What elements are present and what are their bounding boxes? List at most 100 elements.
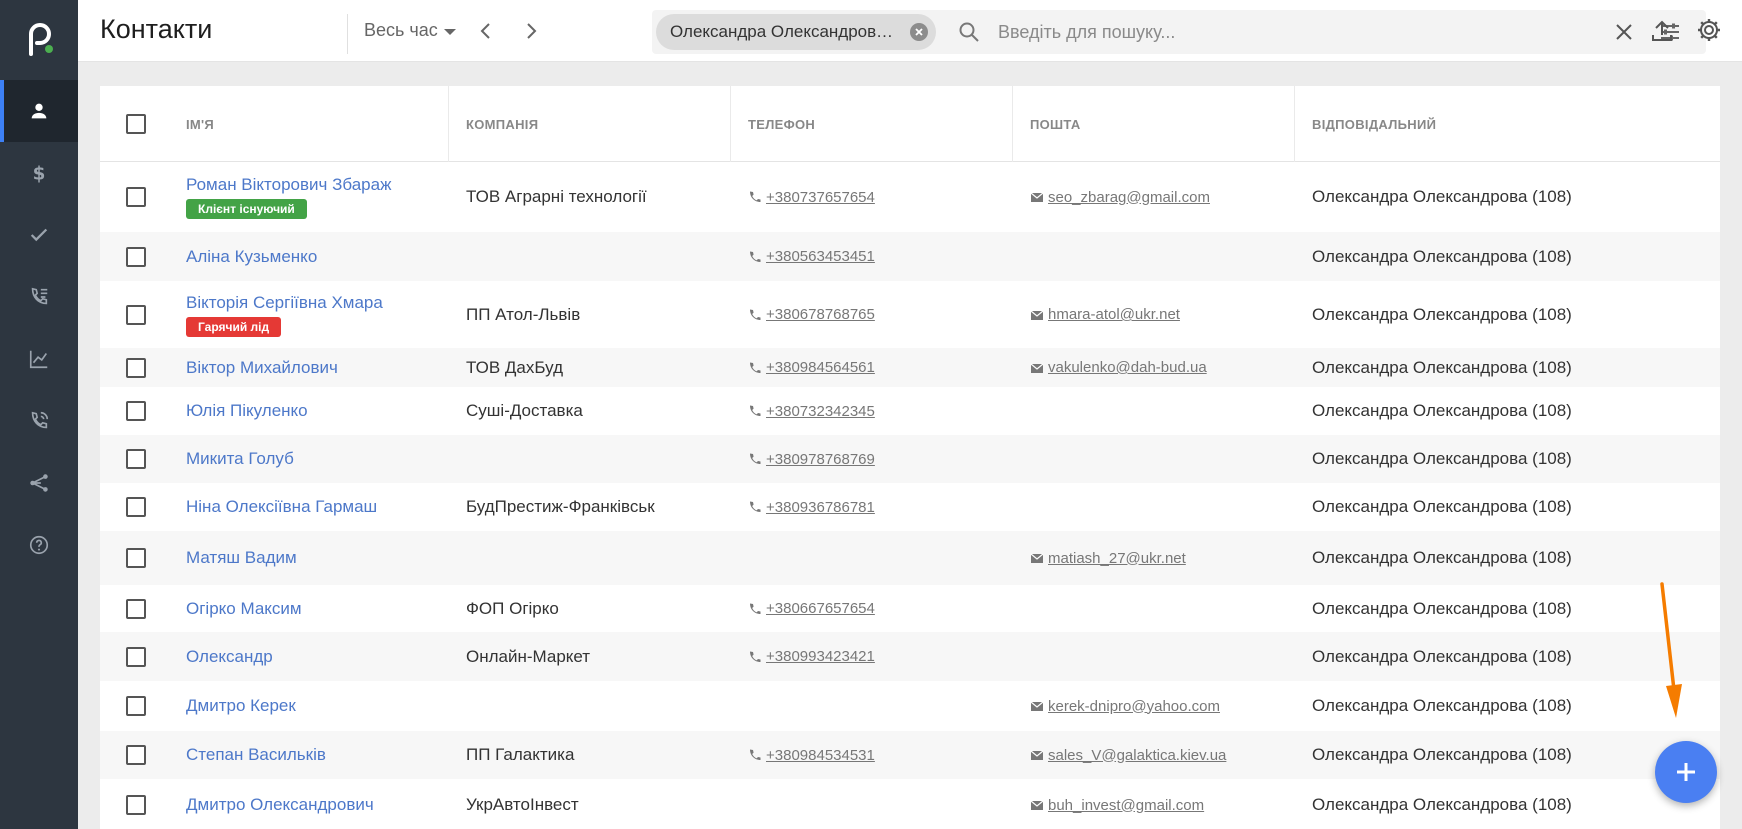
table-row[interactable]: Микита Голуб +380978768769 Олександра Олек… <box>100 435 1720 483</box>
contact-name-link[interactable]: Степан Васильків <box>186 745 326 765</box>
table-row[interactable]: Матяш Вадим matiash_27@ukr.net Олександра … <box>100 531 1720 585</box>
prev-period-button[interactable] <box>474 18 498 44</box>
column-header-owner[interactable]: ВІДПОВІДАЛЬНИЙ <box>1294 86 1694 162</box>
email-link[interactable]: matiash_27@ukr.net <box>1030 550 1186 567</box>
row-checkbox[interactable] <box>126 187 146 207</box>
column-header-email[interactable]: ПОШТА <box>1012 86 1294 162</box>
contact-name-link[interactable]: Роман Вікторович Збараж <box>186 175 391 195</box>
contact-name-link[interactable]: Микита Голуб <box>186 449 294 469</box>
email-link[interactable]: sales_V@galaktica.kiev.ua <box>1030 747 1226 764</box>
mail-icon <box>1030 192 1044 202</box>
company-cell: Онлайн-Маркет <box>466 646 591 666</box>
phone-link[interactable]: +380563453451 <box>748 248 875 265</box>
mail-icon <box>1030 701 1044 711</box>
email-link[interactable]: seo_zbarag@gmail.com <box>1030 189 1210 206</box>
nav-call-log[interactable] <box>0 266 78 328</box>
contact-name-link[interactable]: Олександр <box>186 647 273 667</box>
nav-tasks[interactable] <box>0 204 78 266</box>
row-checkbox[interactable] <box>126 795 146 815</box>
nav-contacts[interactable] <box>0 80 78 142</box>
contact-name-link[interactable]: Віктор Михайлович <box>186 358 338 378</box>
table-row[interactable]: Аліна Кузьменко +380563453451 Олександра О… <box>100 232 1720 281</box>
row-checkbox[interactable] <box>126 598 146 619</box>
phone-link[interactable]: +380732342345 <box>748 403 875 420</box>
contact-name-link[interactable]: Дмитро Керек <box>186 696 296 716</box>
search-icon <box>959 22 979 42</box>
email-address: sales_V@galaktica.kiev.ua <box>1048 746 1227 764</box>
table-row[interactable]: Дмитро Олександрович УкрАвтоІнвест buh_inv… <box>100 779 1720 829</box>
contact-name-link[interactable]: Огірко Максим <box>186 599 302 619</box>
phone-icon <box>750 405 761 416</box>
table-row[interactable]: Олександр Онлайн-Маркет +380993423421 Олекс… <box>100 632 1720 681</box>
table-row[interactable]: Степан Васильків ПП Галактика +38098453453… <box>100 731 1720 779</box>
phone-link[interactable]: +380978768769 <box>748 451 875 468</box>
row-checkbox[interactable] <box>126 497 146 517</box>
name-cell: Аліна Кузьменко <box>186 232 448 281</box>
app-logo[interactable] <box>0 0 78 80</box>
row-checkbox[interactable] <box>126 548 146 568</box>
gear-icon[interactable] <box>1696 17 1722 43</box>
nav-deals[interactable]: $ <box>0 142 78 204</box>
phone-link[interactable]: +380993423421 <box>748 648 875 665</box>
table-row[interactable]: Віктор Михайлович ТОВ ДахБуд +380984564561… <box>100 348 1720 387</box>
phone-cell: +380993423421 <box>748 632 1012 681</box>
email-cell: buh_invest@gmail.com <box>1030 779 1294 829</box>
row-checkbox[interactable] <box>126 646 146 667</box>
row-checkbox[interactable] <box>126 745 146 765</box>
filter-chip[interactable]: Олександра Олександрова (108) <box>656 14 936 50</box>
row-checkbox[interactable] <box>126 401 146 421</box>
phone-link[interactable]: +380936786781 <box>748 499 875 516</box>
email-link[interactable]: hmara-atol@ukr.net <box>1030 306 1180 323</box>
owner-cell: Олександра Олександрова (108) <box>1312 696 1572 715</box>
table-row[interactable]: Огірко Максим ФОП Огірко +380667657654 Олек… <box>100 585 1720 632</box>
table-row[interactable]: Дмитро Керек kerek-dnipro@yahoo.com Олекса… <box>100 681 1720 731</box>
name-cell: Віктор Михайлович <box>186 348 448 387</box>
phone-icon <box>750 749 761 760</box>
next-period-button[interactable] <box>519 18 543 44</box>
clear-icon[interactable] <box>1614 22 1634 42</box>
name-cell: Вікторія Сергіївна Хмара Гарячий лід <box>186 281 448 348</box>
phone-icon <box>750 309 761 320</box>
upload-icon[interactable] <box>1650 18 1674 44</box>
contact-name-link[interactable]: Аліна Кузьменко <box>186 247 317 267</box>
column-header-company[interactable]: КОМПАНІЯ <box>448 86 730 162</box>
email-link[interactable]: kerek-dnipro@yahoo.com <box>1030 698 1220 715</box>
row-checkbox[interactable] <box>126 304 146 325</box>
row-checkbox[interactable] <box>126 449 146 469</box>
phone-link[interactable]: +380984564561 <box>748 359 875 376</box>
owner-cell: Олександра Олександрова (108) <box>1312 246 1572 266</box>
select-all-checkbox[interactable] <box>126 114 146 134</box>
period-select[interactable]: Весь час <box>364 20 456 41</box>
chip-close-icon[interactable] <box>910 23 928 41</box>
phone-number: +380678768765 <box>766 306 875 323</box>
column-header-phone[interactable]: ТЕЛЕФОН <box>730 86 1012 162</box>
row-checkbox[interactable] <box>126 357 146 378</box>
email-cell <box>1030 387 1294 435</box>
email-link[interactable]: buh_invest@gmail.com <box>1030 797 1204 814</box>
email-cell <box>1030 585 1294 632</box>
email-link[interactable]: vakulenko@dah-bud.ua <box>1030 359 1207 376</box>
contact-name-link[interactable]: Вікторія Сергіївна Хмара <box>186 293 383 313</box>
email-address: matiash_27@ukr.net <box>1048 549 1186 567</box>
nav-help[interactable] <box>0 514 78 576</box>
phone-link[interactable]: +380737657654 <box>748 189 875 206</box>
phone-link[interactable]: +380984534531 <box>748 747 875 764</box>
contact-name-link[interactable]: Юлія Пікуленко <box>186 401 308 421</box>
contact-name-link[interactable]: Дмитро Олександрович <box>186 795 374 815</box>
search-input[interactable] <box>998 16 1558 48</box>
table-row[interactable]: Роман Вікторович Збараж Клієнт існуючий ТО… <box>100 162 1720 232</box>
mail-icon <box>1030 363 1044 373</box>
nav-calls[interactable] <box>0 390 78 452</box>
phone-link[interactable]: +380667657654 <box>748 600 875 617</box>
row-checkbox[interactable] <box>126 246 146 267</box>
contact-name-link[interactable]: Матяш Вадим <box>186 548 297 568</box>
contact-name-link[interactable]: Ніна Олексіївна Гармаш <box>186 497 377 517</box>
phone-link[interactable]: +380678768765 <box>748 306 875 323</box>
table-row[interactable]: Юлія Пікуленко Суші-Доставка +380732342345… <box>100 387 1720 435</box>
nav-integrations[interactable] <box>0 452 78 514</box>
row-checkbox[interactable] <box>126 696 146 716</box>
table-row[interactable]: Ніна Олексіївна Гармаш БудПрестиж-Франків… <box>100 483 1720 531</box>
add-contact-button[interactable] <box>1655 741 1717 803</box>
nav-analytics[interactable] <box>0 328 78 390</box>
table-row[interactable]: Вікторія Сергіївна Хмара Гарячий лід ПП Ат… <box>100 281 1720 348</box>
